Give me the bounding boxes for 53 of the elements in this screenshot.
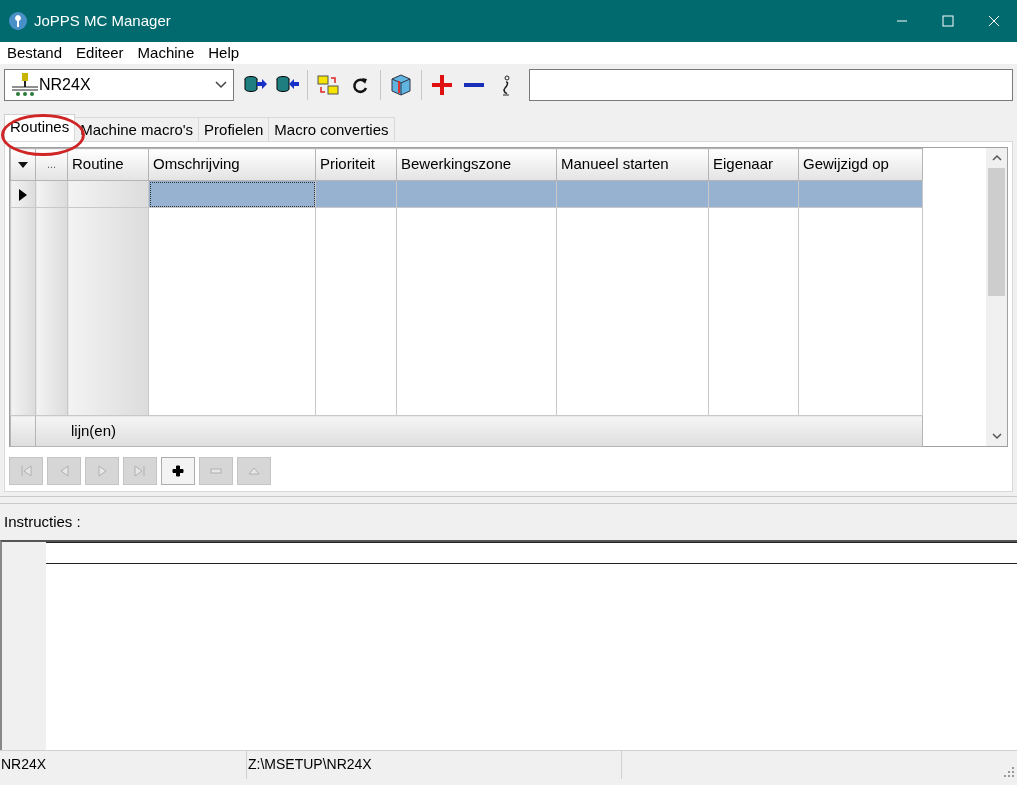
- navigator-button[interactable]: [161, 457, 195, 485]
- row-count-label: lijn(en): [35, 415, 923, 447]
- instructions-label: Instructies :: [3, 511, 82, 532]
- plus-icon: [430, 73, 454, 97]
- column-header[interactable]: Bewerkingszone: [396, 148, 557, 181]
- tab[interactable]: Machine macro's: [74, 117, 200, 141]
- column-header[interactable]: Omschrijving: [148, 148, 316, 181]
- column-header[interactable]: Prioriteit: [315, 148, 397, 181]
- window-title: JoPPS MC Manager: [34, 10, 171, 31]
- current-row-icon: [19, 188, 27, 201]
- column-header[interactable]: Manueel starten: [556, 148, 709, 181]
- tab[interactable]: Routines: [4, 114, 76, 141]
- row-indicator-cell[interactable]: [10, 180, 36, 208]
- resize-grip-icon[interactable]: [1004, 766, 1014, 777]
- app-icon: [8, 11, 28, 31]
- column-menu-cell[interactable]: [10, 148, 36, 181]
- info-icon: [502, 74, 510, 96]
- machine-dropdown[interactable]: NR24X: [4, 69, 234, 101]
- dropdown-triangle-icon[interactable]: [18, 162, 28, 169]
- scroll-thumb[interactable]: [988, 168, 1005, 296]
- close-icon: [988, 15, 1000, 27]
- minus-icon: [464, 83, 484, 87]
- table-cell[interactable]: [67, 180, 149, 208]
- scrollbar[interactable]: [986, 148, 1007, 446]
- table-cell[interactable]: [798, 180, 923, 208]
- menu-item[interactable]: Bestand: [7, 41, 70, 65]
- column-header[interactable]: Routine: [67, 148, 149, 181]
- machine-icon: [9, 72, 39, 98]
- column-header[interactable]: Eigenaar: [708, 148, 799, 181]
- column-header[interactable]: Gewijzigd op: [798, 148, 923, 181]
- text-field[interactable]: [529, 69, 1013, 101]
- table-cell[interactable]: [708, 180, 799, 208]
- table-cell[interactable]: [148, 180, 316, 208]
- table-cell[interactable]: [315, 180, 397, 208]
- chevron-down-icon: [215, 81, 227, 89]
- status-panel: Z:\MSETUP\NR24X: [247, 750, 622, 779]
- menu-item[interactable]: Machine: [137, 41, 202, 65]
- menu-item[interactable]: Editeer: [76, 41, 131, 65]
- maximize-icon: [942, 15, 954, 27]
- footer-cell: [10, 415, 36, 447]
- first-icon: [19, 464, 33, 478]
- status-panel: NR24X: [0, 750, 247, 779]
- instructions-editor[interactable]: [0, 540, 1017, 750]
- next-icon: [95, 464, 109, 478]
- plus-icon: [171, 464, 185, 478]
- splitter[interactable]: [0, 496, 1017, 504]
- folders-icon: [316, 73, 340, 97]
- last-icon: [133, 464, 147, 478]
- table-cell[interactable]: [556, 180, 709, 208]
- menu-item[interactable]: Help: [208, 41, 247, 65]
- cube-icon: [389, 73, 413, 97]
- table-cell[interactable]: [396, 180, 557, 208]
- tab[interactable]: Macro converties: [268, 117, 395, 141]
